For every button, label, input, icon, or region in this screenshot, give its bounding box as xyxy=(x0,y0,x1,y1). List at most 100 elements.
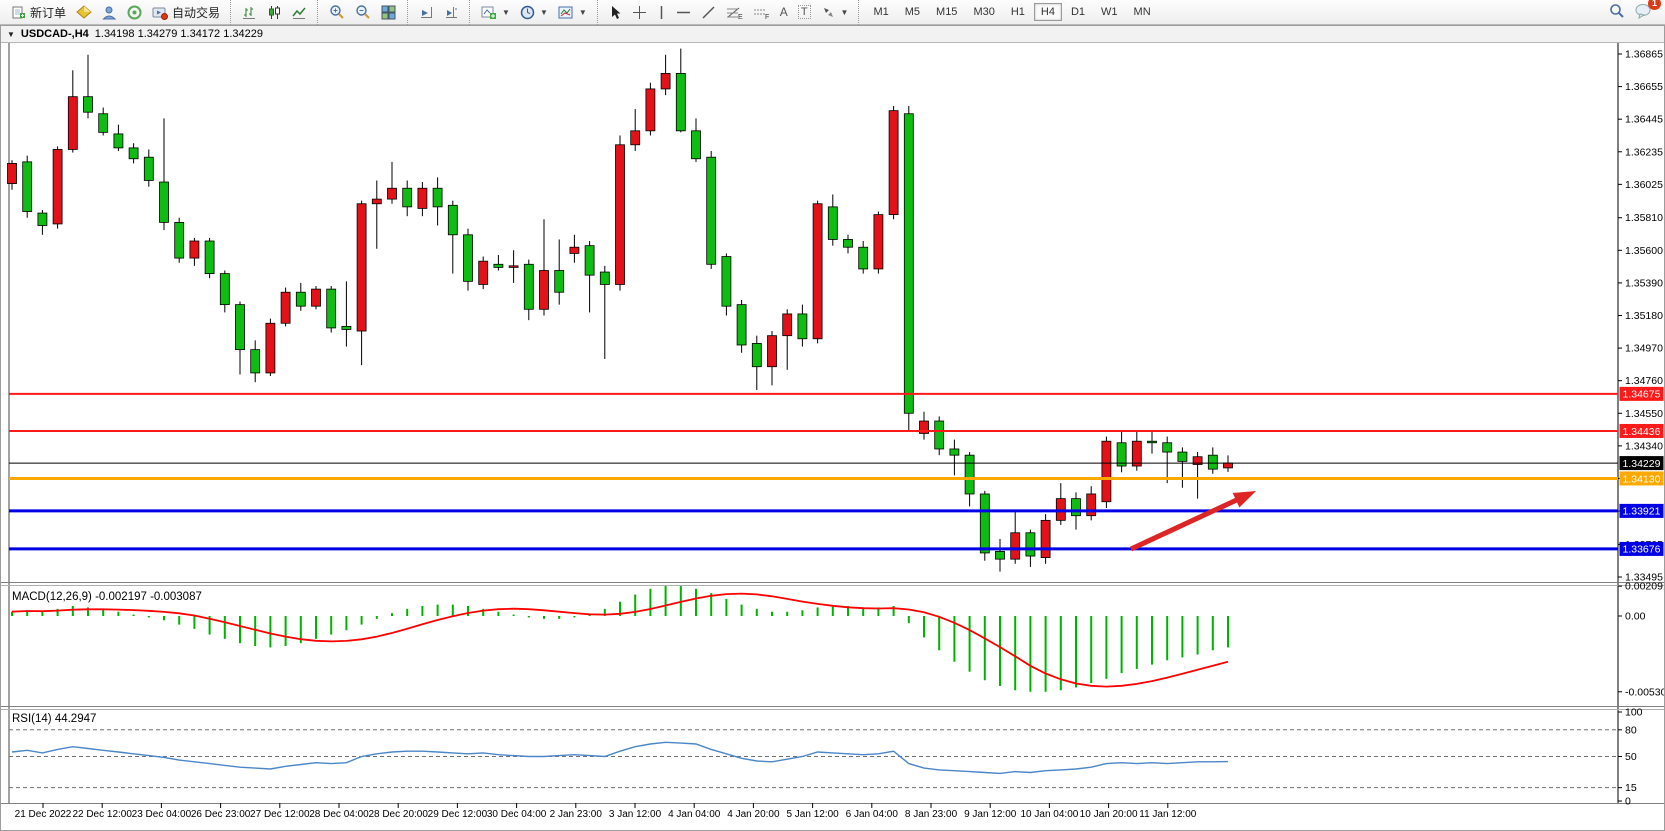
auto-scroll-icon xyxy=(419,5,434,20)
svg-text:F: F xyxy=(765,14,769,20)
crosshair-icon xyxy=(632,5,647,20)
candlestick-icon xyxy=(267,5,282,20)
time-tick-label: 4 Jan 04:00 xyxy=(668,809,721,820)
zoom-in-button[interactable] xyxy=(324,1,350,23)
price-tick-label: 1.36445 xyxy=(1625,114,1663,126)
label-tool-button[interactable]: T xyxy=(793,2,816,22)
candle-body xyxy=(783,314,792,336)
price-tick-label: 1.34970 xyxy=(1625,343,1663,355)
auto-scroll-button[interactable] xyxy=(414,2,439,23)
candle-body xyxy=(509,266,518,268)
time-tick-label: 22 Dec 12:00 xyxy=(72,809,132,820)
candle-body xyxy=(692,131,701,159)
rsi-tick-label: 50 xyxy=(1625,751,1637,763)
candle-body xyxy=(844,239,853,247)
candle-body xyxy=(418,188,427,208)
candle-body xyxy=(555,270,564,292)
chart-window: ▼ USDCAD-,H4 1.34198 1.34279 1.34172 1.3… xyxy=(0,25,1665,831)
search-icon[interactable] xyxy=(1609,3,1625,22)
candle-body xyxy=(357,204,366,331)
template-button[interactable]: ▼ xyxy=(553,2,592,23)
price-badge-label: 1.34436 xyxy=(1623,426,1661,438)
new-order-button[interactable]: 新订单 xyxy=(7,1,71,24)
vline-tool-button[interactable] xyxy=(652,2,671,23)
chart-plot-area[interactable]: 1.368651.366551.364451.362351.360251.358… xyxy=(1,43,1664,823)
candle-body xyxy=(388,188,397,199)
bar-chart-mode-button[interactable] xyxy=(237,2,262,23)
line-chart-icon xyxy=(292,5,307,20)
macd-tick-label: 0.002091 xyxy=(1625,581,1664,593)
price-tick-label: 1.35810 xyxy=(1625,212,1663,224)
zoom-out-icon xyxy=(355,4,371,20)
candle-body xyxy=(1026,533,1035,556)
price-tick-label: 1.35180 xyxy=(1625,310,1663,322)
vertical-line-icon xyxy=(657,5,666,20)
candle-body xyxy=(251,350,260,373)
candle-body xyxy=(479,261,488,284)
line-chart-mode-button[interactable] xyxy=(287,2,312,23)
candle-body xyxy=(296,292,305,306)
chart-shift-button[interactable] xyxy=(439,2,464,23)
candle-body xyxy=(281,292,290,323)
candle-body xyxy=(99,114,108,133)
timeframe-button-m5[interactable]: M5 xyxy=(898,3,927,21)
candle-body xyxy=(38,213,47,225)
timeframe-button-h1[interactable]: H1 xyxy=(1004,3,1032,21)
candlestick-mode-button[interactable] xyxy=(262,2,287,23)
candle-body xyxy=(935,421,944,449)
fibonacci-icon: E xyxy=(726,5,743,20)
price-badge-label: 1.33676 xyxy=(1623,544,1661,556)
rsi-tick-label: 0 xyxy=(1625,796,1631,808)
candle-body xyxy=(312,289,321,306)
timeframe-button-h4[interactable]: H4 xyxy=(1034,3,1062,21)
chart-title-bar[interactable]: ▼ USDCAD-,H4 1.34198 1.34279 1.34172 1.3… xyxy=(1,26,1664,43)
time-tick-label: 21 Dec 2022 xyxy=(15,809,72,820)
zoom-in-icon xyxy=(329,4,345,20)
mql-signal-button[interactable] xyxy=(122,2,147,23)
text-tool-icon: A xyxy=(780,5,788,19)
time-tick-label: 26 Dec 23:00 xyxy=(191,809,251,820)
timeframe-button-mn[interactable]: MN xyxy=(1127,3,1158,21)
crosshair-tool-button[interactable] xyxy=(627,2,652,23)
add-indicator-button[interactable]: ▼ xyxy=(476,2,515,23)
add-indicator-caret: ▼ xyxy=(502,8,510,17)
hline-tool-button[interactable] xyxy=(671,5,696,20)
candle-body xyxy=(266,323,275,373)
candle-body xyxy=(646,89,655,131)
candle-body xyxy=(524,264,533,309)
auto-trading-label: 自动交易 xyxy=(172,4,220,21)
timeframe-button-m1[interactable]: M1 xyxy=(866,3,895,21)
cursor-tool-button[interactable] xyxy=(604,2,627,23)
indicators-button[interactable] xyxy=(71,2,97,23)
time-tick-label: 28 Dec 20:00 xyxy=(368,809,428,820)
tile-windows-button[interactable] xyxy=(376,2,402,23)
arrows-tool-button[interactable]: ▼ xyxy=(816,2,854,23)
channel-tool-button[interactable]: F xyxy=(748,2,775,23)
candle-body xyxy=(464,235,473,282)
candle-body xyxy=(600,272,609,284)
chat-button[interactable]: 1 xyxy=(1635,3,1653,22)
candle-body xyxy=(433,188,442,207)
trendline-tool-button[interactable] xyxy=(696,2,721,23)
price-tick-label: 1.36865 xyxy=(1625,49,1663,61)
fibonacci-tool-button[interactable]: E xyxy=(721,2,748,23)
candle-body xyxy=(403,188,412,207)
candle-body xyxy=(676,73,685,130)
timeframe-button-m15[interactable]: M15 xyxy=(929,3,964,21)
clock-icon xyxy=(520,5,535,20)
zoom-out-button[interactable] xyxy=(350,1,376,23)
chart-symbol-title: USDCAD-,H4 xyxy=(21,28,89,40)
timeframe-button-d1[interactable]: D1 xyxy=(1064,3,1092,21)
candle-body xyxy=(144,157,153,180)
candle-body xyxy=(874,215,883,269)
timeframe-button-w1[interactable]: W1 xyxy=(1094,3,1125,21)
chat-badge: 1 xyxy=(1648,0,1661,10)
auto-trading-button[interactable]: 自动交易 xyxy=(147,1,225,24)
text-tool-button[interactable]: A xyxy=(775,2,793,22)
community-button[interactable] xyxy=(97,2,122,23)
candle-body xyxy=(1224,463,1233,468)
rsi-tick-label: 15 xyxy=(1625,782,1637,794)
period-button[interactable]: ▼ xyxy=(515,2,553,23)
time-tick-label: 8 Jan 23:00 xyxy=(905,809,958,820)
timeframe-button-m30[interactable]: M30 xyxy=(966,3,1001,21)
